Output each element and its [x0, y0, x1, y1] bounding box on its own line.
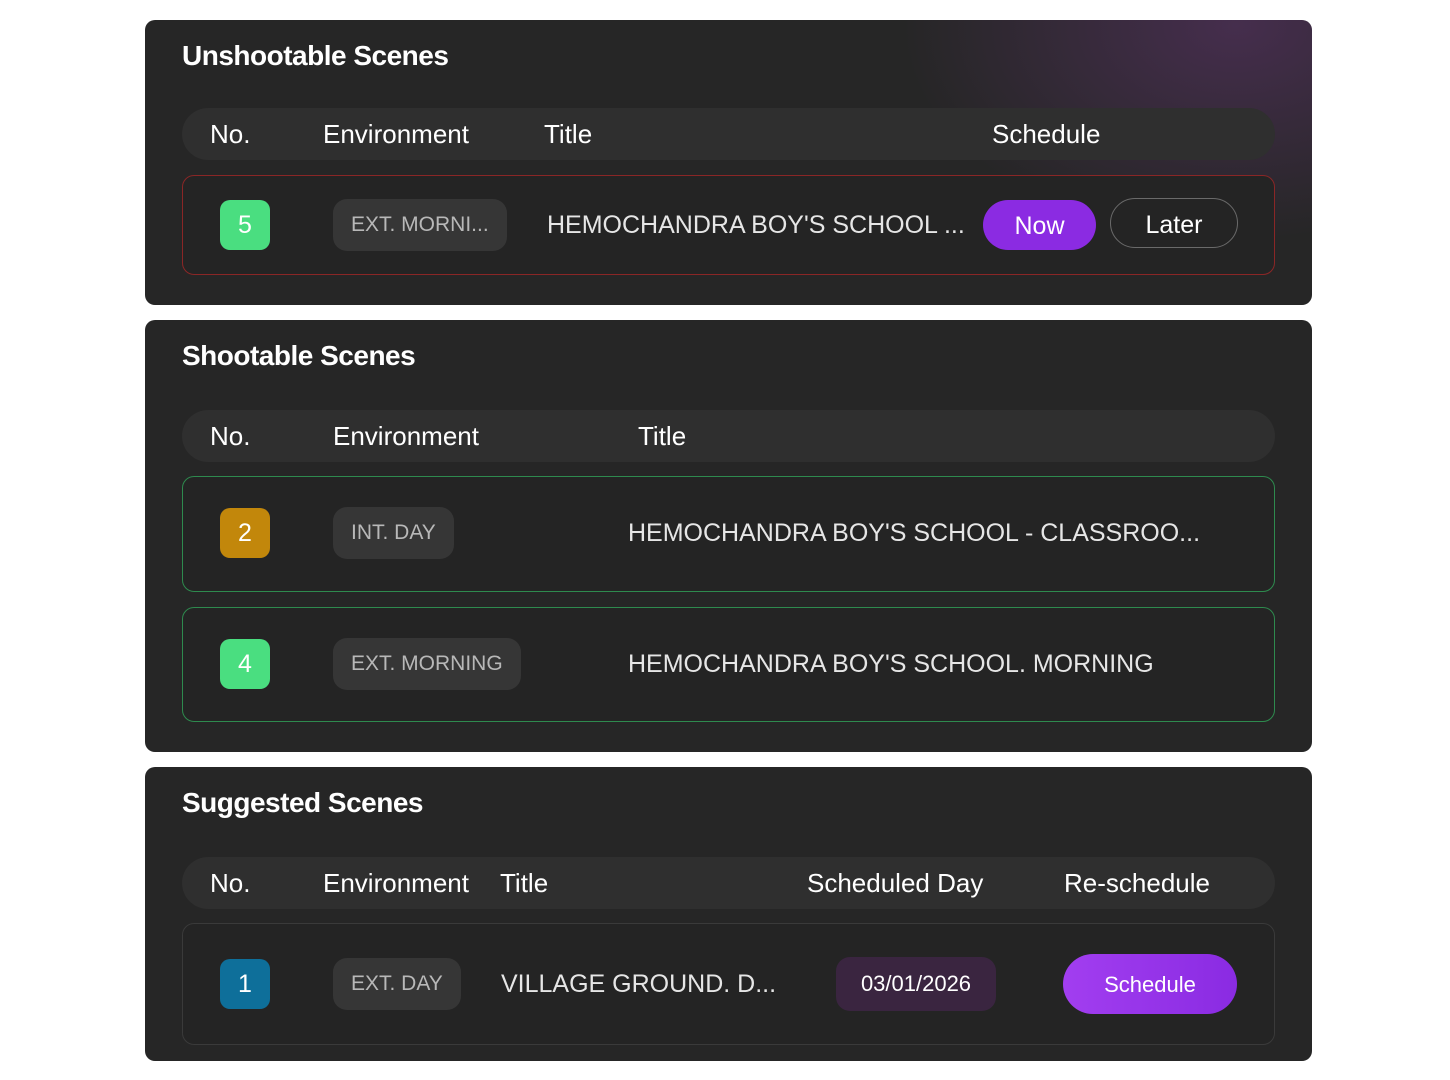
environment-chip: INT. DAY: [333, 507, 454, 559]
header-title: Title: [544, 119, 593, 149]
header-no: No.: [210, 421, 251, 451]
scene-number-badge: 4: [220, 639, 270, 689]
header-no: No.: [210, 119, 251, 149]
header-no: No.: [210, 868, 251, 898]
header-title: Title: [638, 421, 687, 451]
table-header: No. Environment Title: [182, 410, 1275, 462]
table-row: 5 EXT. MORNI... HEMOCHANDRA BOY'S SCHOOL…: [182, 175, 1275, 275]
unshootable-scenes-panel: Unshootable Scenes No. Environment Title…: [145, 20, 1312, 305]
suggested-scenes-panel: Suggested Scenes No. Environment Title S…: [145, 767, 1312, 1061]
scene-title: HEMOCHANDRA BOY'S SCHOOL ...: [547, 211, 965, 239]
environment-chip: EXT. MORNING: [333, 638, 521, 690]
schedule-now-button[interactable]: Now: [983, 200, 1096, 250]
scene-number-badge: 1: [220, 959, 270, 1009]
table-row[interactable]: 4 EXT. MORNING HEMOCHANDRA BOY'S SCHOOL.…: [182, 607, 1275, 722]
environment-chip: EXT. MORNI...: [333, 199, 507, 251]
shootable-scenes-panel: Shootable Scenes No. Environment Title 2…: [145, 320, 1312, 752]
header-environment: Environment: [333, 421, 479, 451]
panel-title: Shootable Scenes: [182, 340, 416, 371]
table-header: No. Environment Title Schedule: [182, 108, 1275, 160]
scene-number-badge: 2: [220, 508, 270, 558]
table-header: No. Environment Title Scheduled Day Re-s…: [182, 857, 1275, 909]
scene-title: HEMOCHANDRA BOY'S SCHOOL. MORNING: [628, 650, 1154, 678]
panel-title: Unshootable Scenes: [182, 40, 449, 71]
schedule-button[interactable]: Schedule: [1063, 954, 1237, 1014]
scene-title: HEMOCHANDRA BOY'S SCHOOL - CLASSROO...: [628, 519, 1201, 547]
schedule-later-button[interactable]: Later: [1110, 198, 1238, 248]
header-schedule: Schedule: [992, 119, 1101, 149]
environment-chip: EXT. DAY: [333, 958, 461, 1010]
header-title: Title: [500, 868, 549, 898]
scheduled-day-chip: 03/01/2026: [836, 957, 996, 1011]
scene-number-badge: 5: [220, 200, 270, 250]
header-reschedule: Re-schedule: [1064, 868, 1210, 898]
scene-title: VILLAGE GROUND. D...: [501, 970, 777, 998]
panel-title: Suggested Scenes: [182, 787, 423, 818]
header-scheduled-day: Scheduled Day: [807, 868, 984, 898]
header-environment: Environment: [323, 868, 469, 898]
table-row: 1 EXT. DAY VILLAGE GROUND. D... 03/01/20…: [182, 923, 1275, 1045]
header-environment: Environment: [323, 119, 469, 149]
table-row[interactable]: 2 INT. DAY HEMOCHANDRA BOY'S SCHOOL - CL…: [182, 476, 1275, 592]
